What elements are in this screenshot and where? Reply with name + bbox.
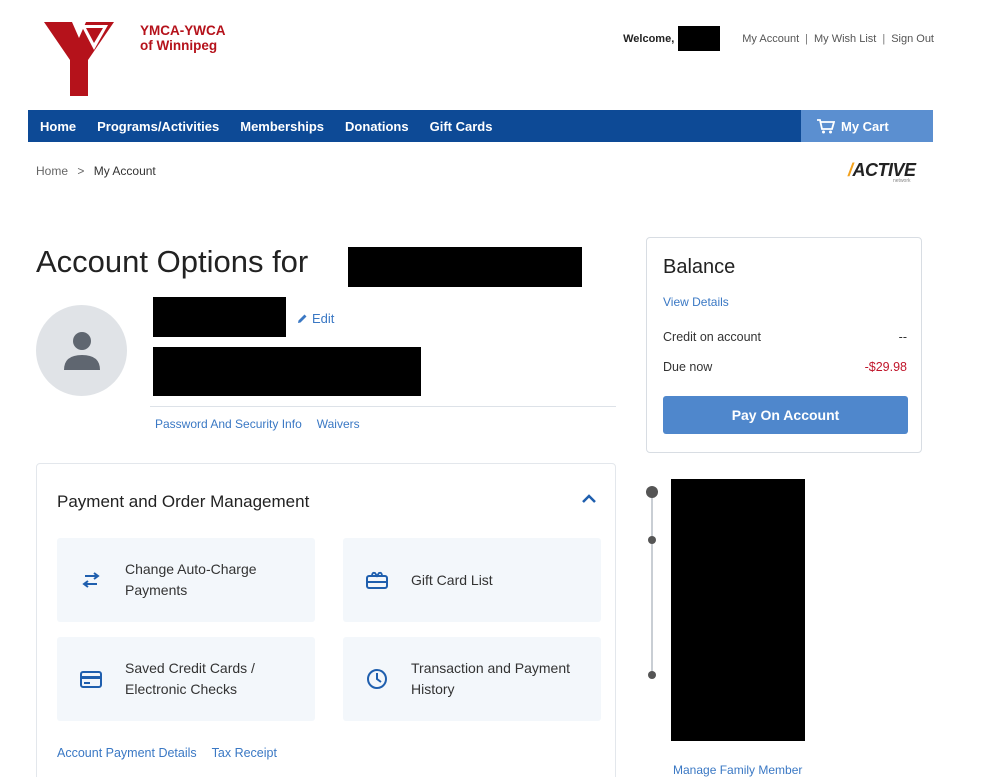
tile-label: Transaction and Payment History xyxy=(411,660,571,697)
tax-receipt-link[interactable]: Tax Receipt xyxy=(212,746,277,760)
account-sublinks: Password And Security Info Waivers xyxy=(155,417,360,431)
sign-out-link[interactable]: Sign Out xyxy=(891,33,934,45)
waivers-link[interactable]: Waivers xyxy=(317,417,360,431)
timeline-dot xyxy=(648,671,656,679)
nav-gift-cards[interactable]: Gift Cards xyxy=(419,119,503,134)
breadcrumb-home[interactable]: Home xyxy=(36,164,68,178)
user-icon xyxy=(63,331,100,370)
breadcrumb-separator: > xyxy=(77,164,85,178)
change-auto-charge-tile[interactable]: Change Auto-Charge Payments xyxy=(57,538,315,622)
chevron-up-icon[interactable] xyxy=(581,494,597,504)
cart-icon xyxy=(817,118,835,133)
view-details-link[interactable]: View Details xyxy=(663,295,729,309)
ymca-logo[interactable] xyxy=(44,22,114,96)
due-row: Due now -$29.98 xyxy=(663,360,907,374)
clock-icon xyxy=(367,669,387,689)
nav-donations[interactable]: Donations xyxy=(335,119,420,134)
redacted-account-name xyxy=(348,247,582,287)
active-network-sub: network xyxy=(893,178,911,184)
separator: | xyxy=(805,32,808,45)
redacted-profile-details xyxy=(153,347,421,396)
tile-label: Gift Card List xyxy=(411,571,493,588)
avatar xyxy=(36,305,127,396)
credit-card-icon xyxy=(80,670,102,688)
tile-label: Saved Credit Cards / Electronic Checks xyxy=(125,660,255,697)
tile-label: Change Auto-Charge Payments xyxy=(125,561,257,598)
password-security-link[interactable]: Password And Security Info xyxy=(155,417,302,431)
timeline-line xyxy=(651,492,653,677)
gift-card-list-tile[interactable]: Gift Card List xyxy=(343,538,601,622)
swap-arrows-icon xyxy=(82,572,100,588)
saved-credit-cards-tile[interactable]: Saved Credit Cards / Electronic Checks xyxy=(57,637,315,721)
redacted-user-name xyxy=(678,26,721,51)
cart-label: My Cart xyxy=(841,118,889,134)
my-account-link[interactable]: My Account xyxy=(742,33,799,45)
top-bar: Welcome, My Account | My Wish List | Sig… xyxy=(623,26,934,51)
welcome-text: Welcome, xyxy=(623,32,675,45)
credit-value: -- xyxy=(898,330,907,344)
edit-profile-link[interactable]: Edit xyxy=(297,311,334,326)
profile-divider xyxy=(150,406,616,407)
redacted-profile-name xyxy=(153,297,286,337)
redacted-family-members xyxy=(671,479,805,741)
credit-row: Credit on account -- xyxy=(663,330,907,344)
nav-memberships[interactable]: Memberships xyxy=(230,119,335,134)
due-value: -$29.98 xyxy=(864,360,907,374)
payment-section-title: Payment and Order Management xyxy=(57,492,310,511)
credit-label: Credit on account xyxy=(663,330,761,344)
account-payment-details-link[interactable]: Account Payment Details xyxy=(57,746,197,760)
breadcrumb-current: My Account xyxy=(93,164,156,178)
my-wish-list-link[interactable]: My Wish List xyxy=(814,33,876,45)
edit-label: Edit xyxy=(312,311,335,326)
nav-programs-activities[interactable]: Programs/Activities xyxy=(87,119,230,134)
balance-title: Balance xyxy=(663,256,736,278)
pencil-icon xyxy=(298,314,307,323)
payment-order-card: Payment and Order Management Change Auto… xyxy=(36,463,616,777)
transaction-history-tile[interactable]: Transaction and Payment History xyxy=(343,637,601,721)
my-cart-button[interactable]: My Cart xyxy=(801,110,933,142)
payment-links: Account Payment Details Tax Receipt xyxy=(57,746,277,760)
nav-home[interactable]: Home xyxy=(28,119,87,134)
brand-name: YMCA-YWCA of Winnipeg xyxy=(140,23,226,53)
page-title: Account Options for xyxy=(36,244,309,279)
due-label: Due now xyxy=(663,360,713,374)
timeline-dot xyxy=(648,536,656,544)
breadcrumb: Home > My Account xyxy=(36,164,156,178)
pay-on-account-button[interactable]: Pay On Account xyxy=(663,396,908,434)
main-nav: Home Programs/Activities Memberships Don… xyxy=(28,110,933,142)
balance-card: Balance View Details Credit on account -… xyxy=(646,237,922,453)
manage-family-member-link[interactable]: Manage Family Member xyxy=(673,763,802,777)
gift-card-icon xyxy=(366,571,388,589)
separator: | xyxy=(882,32,886,45)
timeline-dot xyxy=(646,486,658,498)
